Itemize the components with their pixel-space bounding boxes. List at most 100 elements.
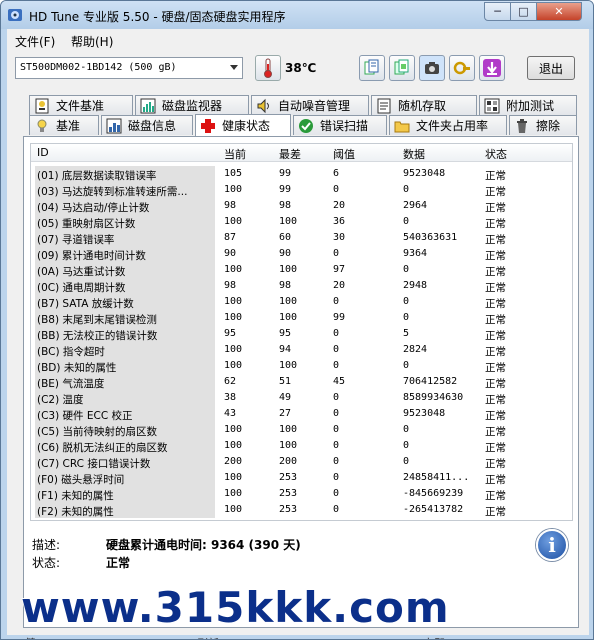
cell-threshold: 0 [333,296,340,307]
table-row[interactable]: (F1) 未知的属性 100 253 0 -845669239 正常 [31,486,572,502]
cell-threshold: 6 [333,168,340,179]
table-row[interactable]: (B7) SATA 放缓计数 100 100 0 0 正常 [31,294,572,310]
refresh-link[interactable]: 刷新 [197,635,219,639]
table-row[interactable]: (04) 马达启动/停止计数 98 98 20 2964 正常 [31,198,572,214]
column-header-current[interactable]: 当前 [224,146,246,162]
save-button[interactable] [479,55,505,81]
cell-status: 正常 [485,458,506,470]
cell-current: 100 [224,296,243,307]
cell-id: (BE) 气流温度 [37,378,105,390]
table-row[interactable]: (0C) 通电周期计数 98 98 20 2948 正常 [31,278,572,294]
info-button[interactable]: i [536,529,568,561]
app-window: HD Tune 专业版 5.50 - 硬盘/固态硬盘实用程序 ─ □ ✕ 文件(… [0,0,594,640]
column-header-worst[interactable]: 最差 [279,146,301,162]
cell-current: 100 [224,472,243,483]
cell-worst: 253 [279,488,298,499]
cell-status: 正常 [485,250,506,262]
smart-attribute-table[interactable]: ID 当前 最差 阈值 数据 状态 (01) 底层数据读取错误率 105 99 6 95… [30,143,573,521]
table-row[interactable]: (C7) CRC 接口错误计数 200 200 0 0 正常 [31,454,572,470]
copy-screenshot-button[interactable] [389,55,415,81]
table-row[interactable]: (07) 寻道错误率 87 60 30 540363631 正常 [31,230,572,246]
tab-extra-tests[interactable]: 附加测试 [479,95,577,115]
cell-worst: 100 [279,424,298,435]
cell-status: 正常 [485,426,506,438]
title-bar[interactable]: HD Tune 专业版 5.50 - 硬盘/固态硬盘实用程序 ─ □ ✕ [1,1,593,29]
maximize-button[interactable]: □ [510,2,537,21]
cell-data: 9523048 [403,408,446,419]
table-row[interactable]: (0A) 马达重试计数 100 100 97 0 正常 [31,262,572,278]
cell-status: 正常 [485,186,506,198]
table-row[interactable]: (BB) 无法校正的错误计数 95 95 0 5 正常 [31,326,572,342]
table-row[interactable]: (BE) 气流温度 62 51 45 706412582 正常 [31,374,572,390]
tab-error-scan[interactable]: 错误扫描 [293,115,387,135]
window-title: HD Tune 专业版 5.50 - 硬盘/固态硬盘实用程序 [29,10,286,24]
table-row[interactable]: (B8) 末尾到末尾错误检测 100 100 99 0 正常 [31,310,572,326]
cell-current: 43 [224,408,237,419]
cell-threshold: 0 [333,440,340,451]
table-row[interactable]: (03) 马达旋转到标准转速所需... 100 99 0 0 正常 [31,182,572,198]
cell-id: (BC) 指令超时 [37,346,105,358]
tab-disk-monitor[interactable]: 磁盘监视器 [135,95,249,115]
client-area: 文件(F) 帮助(H) ST500DM002-1BD142 (500 gB) 3… [7,29,589,639]
tab-health[interactable]: 健康状态 [195,114,291,136]
cell-current: 98 [224,280,237,291]
exit-button[interactable]: 退出 [527,56,575,80]
cell-worst: 253 [279,472,298,483]
column-header-data[interactable]: 数据 [403,146,425,162]
column-header-status[interactable]: 状态 [485,146,507,162]
table-row[interactable]: (C3) 硬件 ECC 校正 43 27 0 9523048 正常 [31,406,572,422]
table-row[interactable]: (BD) 未知的属性 100 100 0 0 正常 [31,358,572,374]
cell-status: 正常 [485,474,506,486]
cell-threshold: 97 [333,264,346,275]
table-row[interactable]: (C2) 温度 38 49 0 8589934630 正常 [31,390,572,406]
column-header-id[interactable]: ID [37,146,49,159]
cell-current: 62 [224,376,237,387]
hdtune-app-icon [8,9,22,21]
tab-random-access[interactable]: 随机存取 [371,95,477,115]
table-row[interactable]: (BC) 指令超时 100 94 0 2824 正常 [31,342,572,358]
cell-threshold: 0 [333,184,340,195]
cell-threshold: 45 [333,376,346,387]
table-row[interactable]: (F0) 磁头悬浮时间 100 253 0 24858411... 正常 [31,470,572,486]
drive-select[interactable]: ST500DM002-1BD142 (500 gB) [15,57,243,79]
cell-status: 正常 [485,506,506,518]
cell-id: (C3) 硬件 ECC 校正 [37,410,133,422]
tab-folder-usage[interactable]: 文件夹占用率 [389,115,507,135]
cell-worst: 100 [279,360,298,371]
cell-status: 正常 [485,394,506,406]
cell-worst: 98 [279,200,292,211]
minimize-button[interactable]: ─ [484,2,511,21]
cell-id: (F1) 未知的属性 [37,490,114,502]
tab-disk-info[interactable]: 磁盘信息 [101,115,193,135]
random-access-icon [376,98,392,114]
table-row[interactable]: (09) 累计通电时间计数 90 90 0 9364 正常 [31,246,572,262]
thermometer-icon [255,55,281,81]
erase-icon [514,118,530,134]
menu-help[interactable]: 帮助(H) [71,33,113,50]
table-row[interactable]: (05) 重映射扇区计数 100 100 36 0 正常 [31,214,572,230]
menu-file[interactable]: 文件(F) [15,33,55,50]
now-link[interactable]: 立即 [423,635,445,639]
tab-file-benchmark[interactable]: 文件基准 [29,95,133,115]
screenshot-button[interactable] [419,55,445,81]
dropdown-arrow-icon [230,65,238,70]
tab-benchmark[interactable]: 基准 [29,115,99,135]
cell-status: 正常 [485,234,506,246]
folder-usage-icon [394,118,410,134]
table-row[interactable]: (01) 底层数据读取错误率 105 99 6 9523048 正常 [31,166,572,182]
copy-text-button[interactable] [359,55,385,81]
table-row[interactable]: (F2) 未知的属性 100 253 0 -265413782 正常 [31,502,572,518]
tab-noise-management[interactable]: 自动噪音管理 [251,95,369,115]
cell-data: 2824 [403,344,428,355]
table-row[interactable]: (C6) 脱机无法纠正的扇区数 100 100 0 0 正常 [31,438,572,454]
tab-erase[interactable]: 擦除 [509,115,577,135]
cell-threshold: 99 [333,312,346,323]
options-button[interactable] [449,55,475,81]
toolbar: ST500DM002-1BD142 (500 gB) 38℃ 退出 [7,51,589,89]
copy-screenshot-icon [394,59,409,75]
cell-id: (0A) 马达重试计数 [37,266,126,278]
column-header-threshold[interactable]: 阈值 [333,146,355,162]
close-button[interactable]: ✕ [536,2,582,21]
cell-status: 正常 [485,170,506,182]
table-row[interactable]: (C5) 当前待映射的扇区数 100 100 0 0 正常 [31,422,572,438]
